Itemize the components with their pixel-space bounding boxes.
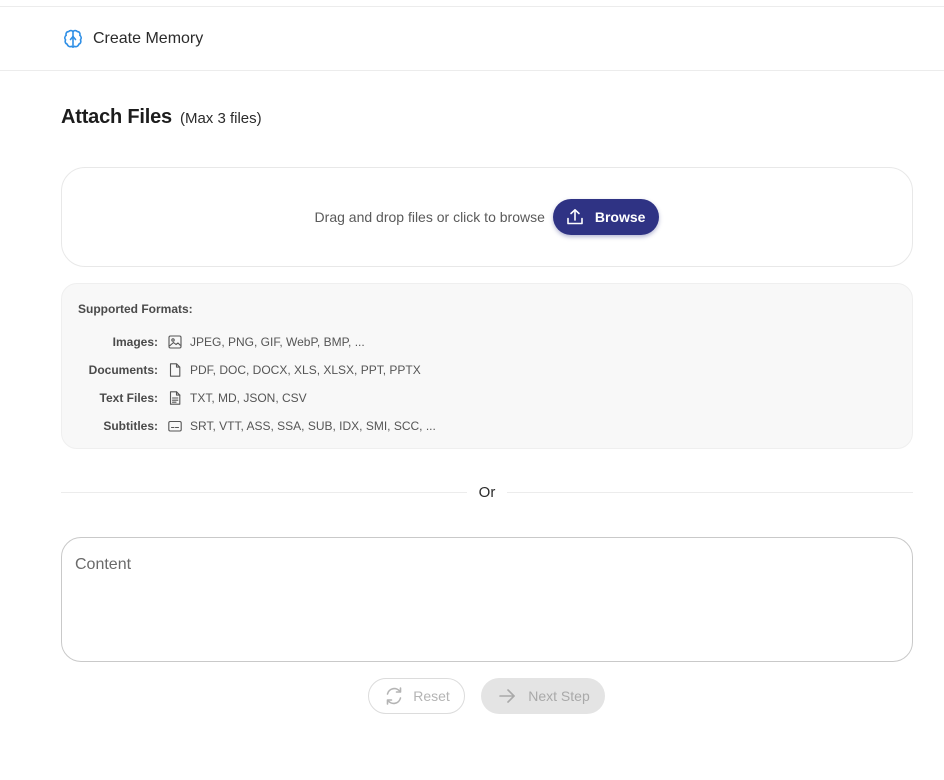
- file-dropzone[interactable]: Drag and drop files or click to browse B…: [61, 167, 913, 267]
- format-row-documents: Documents: PDF, DOC, DOCX, XLS, XLSX, PP…: [78, 356, 912, 384]
- format-values: JPEG, PNG, GIF, WebP, BMP, ...: [190, 335, 365, 349]
- formats-title: Supported Formats:: [78, 302, 193, 316]
- reset-button[interactable]: Reset: [368, 678, 465, 714]
- next-step-label: Next Step: [528, 688, 590, 704]
- page-title: Create Memory: [93, 29, 204, 47]
- format-values: SRT, VTT, ASS, SSA, SUB, IDX, SMI, SCC, …: [190, 419, 436, 433]
- next-step-button[interactable]: Next Step: [481, 678, 605, 714]
- attach-heading: Attach Files (Max 3 files): [61, 106, 262, 129]
- arrow-right-icon: [496, 685, 518, 707]
- upload-icon: [565, 207, 585, 227]
- divider-line-right: [507, 491, 914, 493]
- attach-title: Attach Files: [61, 106, 172, 128]
- divider-line-left: [61, 491, 467, 493]
- format-row-images: Images: JPEG, PNG, GIF, WebP, BMP, ...: [78, 328, 912, 356]
- page-header: Create Memory: [0, 7, 944, 71]
- browse-label: Browse: [594, 209, 646, 225]
- subtitles-icon: [167, 418, 183, 434]
- document-icon: [167, 362, 183, 378]
- reset-label: Reset: [413, 688, 450, 704]
- format-row-text-files: Text Files: TXT, MD, JSON, CSV: [78, 384, 912, 412]
- format-values: TXT, MD, JSON, CSV: [190, 391, 307, 405]
- refresh-icon: [383, 685, 405, 707]
- image-icon: [167, 334, 183, 350]
- or-label: Or: [478, 483, 496, 501]
- content-textarea[interactable]: [61, 537, 913, 662]
- brain-icon: [61, 27, 85, 51]
- supported-formats-panel: Supported Formats: Images: JPEG, PNG, GI…: [61, 283, 913, 449]
- or-divider: Or: [61, 482, 914, 502]
- format-row-subtitles: Subtitles: SRT, VTT, ASS, SSA, SUB, IDX,…: [78, 412, 912, 440]
- format-label: Images:: [112, 335, 158, 349]
- dropzone-hint: Drag and drop files or click to browse: [314, 209, 545, 225]
- format-label: Subtitles:: [103, 419, 158, 433]
- format-label: Text Files:: [99, 391, 158, 405]
- text-file-icon: [167, 390, 183, 406]
- format-label: Documents:: [88, 363, 158, 377]
- max-files-note: (Max 3 files): [179, 110, 262, 127]
- format-values: PDF, DOC, DOCX, XLS, XLSX, PPT, PPTX: [190, 363, 421, 377]
- browse-button[interactable]: Browse: [552, 199, 660, 235]
- form-actions: Reset Next Step: [368, 678, 605, 714]
